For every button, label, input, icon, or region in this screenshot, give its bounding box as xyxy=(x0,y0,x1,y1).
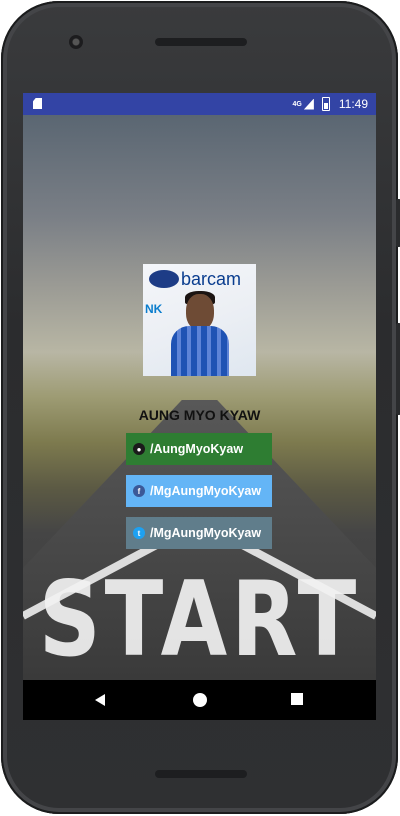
profile-name: AUNG MYO KYAW xyxy=(138,407,261,423)
github-link-button[interactable]: ● /AungMyoKyaw xyxy=(126,433,272,465)
earpiece-speaker xyxy=(155,38,247,46)
clock: 11:49 xyxy=(338,97,368,111)
home-icon[interactable] xyxy=(193,693,207,707)
navigation-bar xyxy=(23,680,376,720)
facebook-link-button[interactable]: f /MgAungMyoKyaw xyxy=(126,475,272,507)
facebook-link-label: /MgAungMyoKyaw xyxy=(150,484,262,498)
app-content: START barcam NK AUNG MYO KYAW ● /AungMyo… xyxy=(23,115,376,680)
front-camera xyxy=(69,35,83,49)
bottom-speaker xyxy=(155,770,247,778)
photo-logo-text: barcam xyxy=(181,269,242,289)
sd-card-icon xyxy=(33,98,42,109)
network-type-label: 4G xyxy=(292,100,302,108)
twitter-link-label: /MgAungMyoKyaw xyxy=(150,526,262,540)
status-icons: 4G 11:49 xyxy=(293,96,368,112)
volume-button xyxy=(396,323,400,415)
photo-sign-text: NK xyxy=(145,302,163,316)
github-icon: ● xyxy=(133,443,145,455)
screen: 4G 11:49 START barcam NK AUNG MYO KYAW ●… xyxy=(23,93,376,720)
back-icon[interactable] xyxy=(95,694,105,706)
github-link-label: /AungMyoKyaw xyxy=(150,442,244,456)
photo-shirt xyxy=(171,326,229,376)
status-bar: 4G 11:49 xyxy=(23,93,376,115)
battery-icon xyxy=(321,97,330,111)
recent-apps-icon[interactable] xyxy=(291,693,303,705)
facebook-icon: f xyxy=(133,485,145,497)
twitter-icon: t xyxy=(133,527,145,539)
profile-photo: barcam NK xyxy=(143,264,256,376)
signal-icon xyxy=(303,98,314,110)
photo-logo-icon xyxy=(149,270,179,288)
phone-frame: 4G 11:49 START barcam NK AUNG MYO KYAW ●… xyxy=(1,1,400,814)
twitter-link-button[interactable]: t /MgAungMyoKyaw xyxy=(126,517,272,549)
road-text: START xyxy=(38,560,361,680)
photo-face xyxy=(186,294,214,330)
power-button xyxy=(396,199,400,247)
